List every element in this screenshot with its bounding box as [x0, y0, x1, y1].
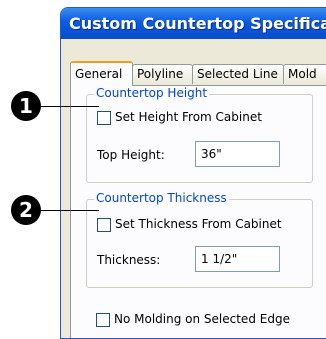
window-title: Custom Countertop Specification [69, 14, 326, 33]
set-height-from-cabinet-label: Set Height From Cabinet [115, 110, 262, 124]
set-thickness-from-cabinet-checkbox[interactable] [97, 218, 111, 232]
countertop-thickness-legend: Countertop Thickness [94, 191, 229, 205]
set-height-from-cabinet-checkbox[interactable] [97, 111, 111, 125]
dialog-window: Custom Countertop Specification General … [60, 7, 326, 339]
callout-2-marker: 2 [11, 195, 41, 225]
top-height-input[interactable]: 36" [195, 141, 280, 167]
tab-general[interactable]: General [70, 61, 133, 86]
tab-polyline[interactable]: Polyline [132, 64, 193, 84]
set-thickness-from-cabinet-label: Set Thickness From Cabinet [115, 217, 282, 231]
top-height-label: Top Height: [97, 148, 165, 162]
general-tab-panel: Countertop Height Set Height From Cabine… [70, 85, 326, 338]
tab-molding[interactable]: Mold [283, 64, 326, 84]
callout-1-marker: 1 [11, 91, 41, 121]
callout-1-leader-line [40, 106, 99, 107]
no-molding-checkbox[interactable] [96, 313, 110, 327]
countertop-height-group: Countertop Height Set Height From Cabine… [86, 86, 313, 183]
countertop-thickness-group: Countertop Thickness Set Thickness From … [86, 191, 313, 288]
thickness-label: Thickness: [97, 253, 161, 267]
callout-2-leader-line [40, 210, 99, 211]
thickness-input[interactable]: 1 1/2" [195, 246, 280, 272]
no-molding-label: No Molding on Selected Edge [114, 312, 290, 326]
tab-general-label: General [75, 67, 123, 81]
tab-polyline-label: Polyline [137, 67, 184, 81]
title-bar[interactable]: Custom Countertop Specification [61, 8, 326, 39]
dialog-client-area: General Polyline Selected Line Mold Coun… [61, 39, 326, 338]
tab-selected-line-label: Selected Line [197, 67, 278, 81]
countertop-height-legend: Countertop Height [94, 86, 210, 100]
tab-molding-label: Mold [288, 67, 317, 81]
tab-selected-line[interactable]: Selected Line [192, 64, 284, 84]
